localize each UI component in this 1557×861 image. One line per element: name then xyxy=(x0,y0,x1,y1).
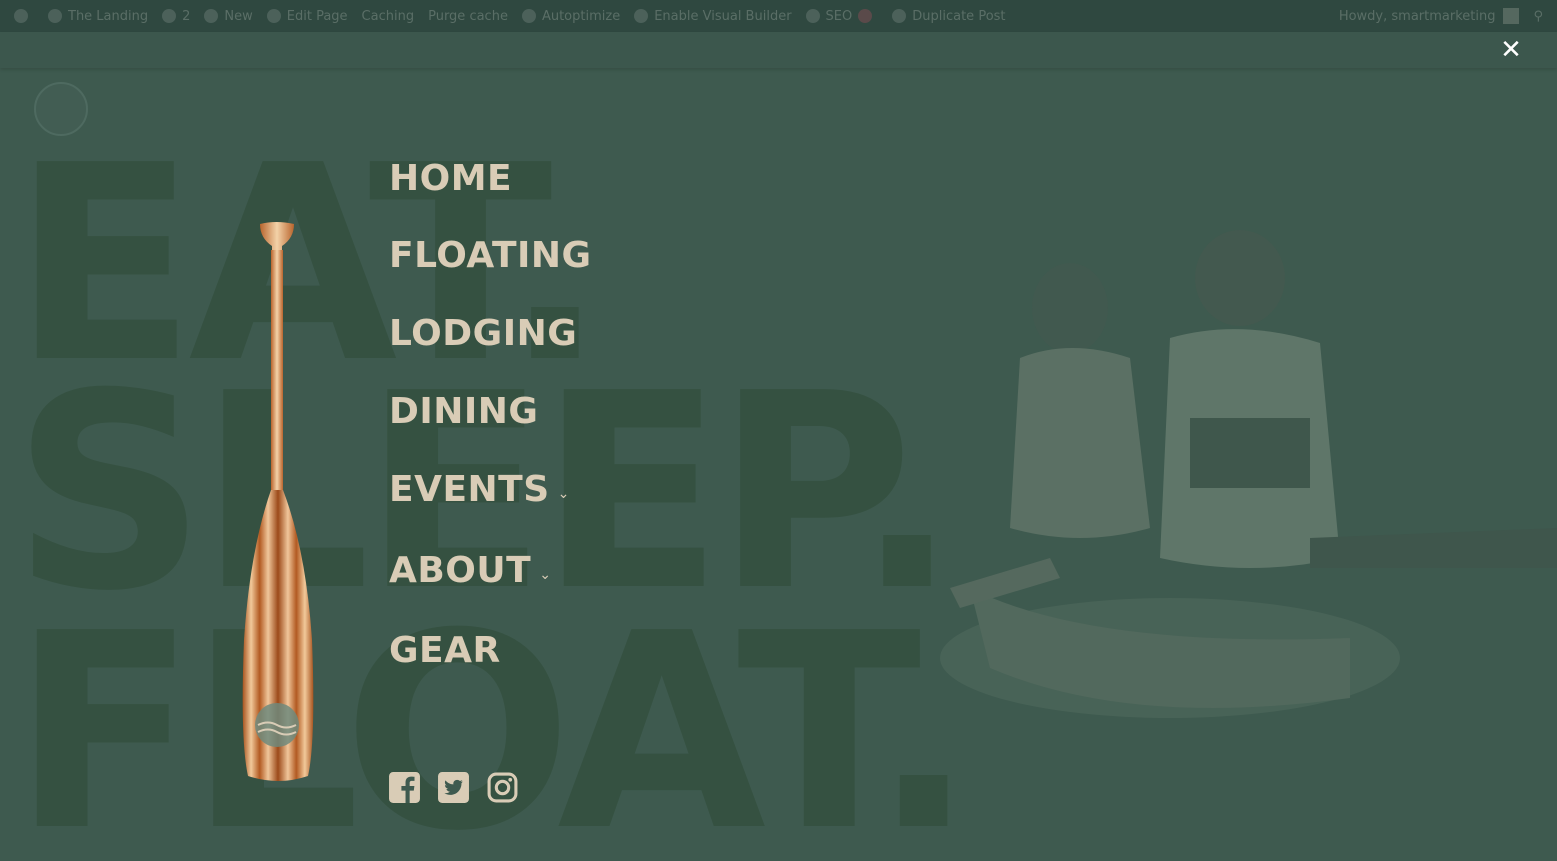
menu-item-gear[interactable]: GEAR xyxy=(389,630,501,671)
kayakers-image xyxy=(940,230,1557,718)
menu-item-label: GEAR xyxy=(389,630,501,671)
updates-icon xyxy=(162,9,177,23)
chevron-down-icon[interactable]: ⌄ xyxy=(539,567,551,583)
admin-bar-edit-page[interactable]: Edit Page xyxy=(266,8,348,24)
admin-bar-visual-builder-label: Enable Visual Builder xyxy=(654,8,792,24)
admin-bar-site[interactable]: The Landing xyxy=(48,9,148,24)
home-icon xyxy=(48,9,62,23)
admin-bar-purge-label: Purge cache xyxy=(428,8,508,24)
admin-bar-duplicate-post[interactable]: Duplicate Post xyxy=(892,8,1006,24)
admin-bar-updates[interactable]: 2 xyxy=(162,9,190,24)
menu-item-about[interactable]: ABOUT ⌄ xyxy=(389,550,551,591)
admin-bar-autoptimize-label: Autoptimize xyxy=(541,8,621,24)
admin-bar-seo-label: SEO xyxy=(825,8,853,24)
site-logo[interactable] xyxy=(34,82,88,136)
menu-item-label: ABOUT xyxy=(389,550,532,591)
menu-item-label: EVENTS xyxy=(389,469,550,510)
menu-item-home[interactable]: HOME xyxy=(389,158,512,199)
admin-bar-purge-cache[interactable]: Purge cache xyxy=(428,9,508,24)
close-menu-button[interactable]: ✕ xyxy=(1497,36,1525,64)
seo-icon xyxy=(805,9,820,23)
menu-item-label: HOME xyxy=(389,158,513,199)
copy-icon xyxy=(892,9,907,23)
admin-bar: The Landing 2 New Edit Page Caching Purg… xyxy=(0,0,1557,32)
paddle-image xyxy=(242,222,314,781)
admin-bar-updates-count: 2 xyxy=(182,8,191,24)
status-dot-icon xyxy=(858,9,873,23)
twitter-icon[interactable] xyxy=(437,771,470,804)
admin-bar-greeting: Howdy, smartmarketing xyxy=(1338,8,1496,24)
admin-bar-edit-label: Edit Page xyxy=(286,8,348,24)
menu-item-floating[interactable]: FLOATING xyxy=(389,235,592,276)
menu-item-label: LODGING xyxy=(389,313,578,354)
menu-item-label: FLOATING xyxy=(389,235,592,276)
admin-bar-autoptimize[interactable]: Autoptimize xyxy=(521,8,621,24)
admin-bar-new-label: New xyxy=(224,8,253,24)
wordpress-icon xyxy=(14,9,28,23)
admin-bar-caching-label: Caching xyxy=(361,8,415,24)
search-icon[interactable]: ⚲ xyxy=(1533,9,1543,24)
gauge-icon xyxy=(521,9,536,23)
menu-item-dining[interactable]: DINING xyxy=(389,391,538,432)
plus-icon xyxy=(204,9,219,23)
avatar xyxy=(1503,8,1520,24)
chevron-down-icon[interactable]: ⌄ xyxy=(558,486,570,502)
admin-bar-new[interactable]: New xyxy=(204,8,253,24)
social-links xyxy=(388,771,519,804)
site-header xyxy=(0,32,1557,68)
menu-item-lodging[interactable]: LODGING xyxy=(389,313,577,354)
pencil-icon xyxy=(266,9,281,23)
instagram-icon[interactable] xyxy=(486,771,519,804)
admin-bar-site-label: The Landing xyxy=(68,8,149,24)
admin-bar-seo[interactable]: SEO xyxy=(805,8,879,24)
divi-icon xyxy=(634,9,649,23)
admin-bar-duplicate-label: Duplicate Post xyxy=(912,8,1006,24)
admin-bar-visual-builder[interactable]: Enable Visual Builder xyxy=(634,8,792,24)
admin-bar-account[interactable]: Howdy, smartmarketing ⚲ xyxy=(1339,8,1543,24)
hero-background: EAT. SLEEP. FLOAT. xyxy=(0,68,1557,861)
menu-item-label: DINING xyxy=(389,391,539,432)
admin-bar-wordpress[interactable] xyxy=(14,9,34,23)
facebook-icon[interactable] xyxy=(388,771,421,804)
menu-item-events[interactable]: EVENTS ⌄ xyxy=(389,469,570,510)
admin-bar-caching[interactable]: Caching xyxy=(362,9,415,24)
